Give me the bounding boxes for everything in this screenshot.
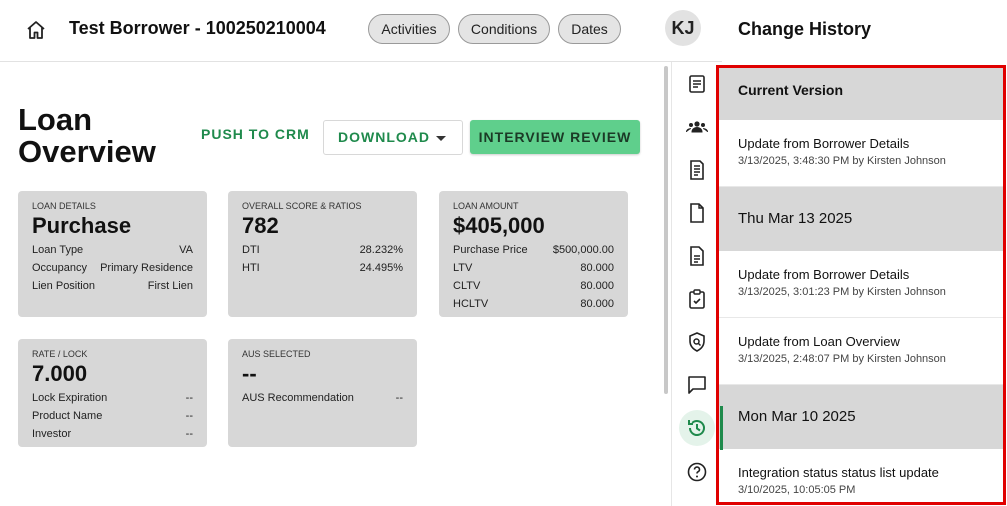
- card-caption: OVERALL SCORE & RATIOS: [242, 201, 362, 211]
- card-row: Lock Expiration --: [32, 392, 193, 404]
- main-scrollbar[interactable]: [664, 66, 668, 394]
- chat-icon[interactable]: [685, 373, 709, 397]
- card-row: Investor --: [32, 428, 193, 440]
- history-entry-title: Update from Borrower Details: [738, 136, 910, 151]
- card-caption: RATE / LOCK: [32, 349, 88, 359]
- top-header: Test Borrower - 100250210004 Activities …: [0, 0, 722, 62]
- history-entry-title: Update from Borrower Details: [738, 267, 910, 282]
- history-entry-title: Update from Loan Overview: [738, 334, 900, 349]
- card-row: LTV 80.000: [453, 262, 614, 274]
- card-caption: LOAN AMOUNT: [453, 201, 519, 211]
- card-row: Loan Type VA: [32, 244, 193, 256]
- history-entry-meta: 3/13/2025, 3:01:23 PM by Kirsten Johnson: [738, 286, 946, 298]
- card-row: AUS Recommendation --: [242, 392, 403, 404]
- history-entry-meta: 3/13/2025, 2:48:07 PM by Kirsten Johnson: [738, 353, 946, 365]
- history-entry-meta: 3/13/2025, 3:48:30 PM by Kirsten Johnson: [738, 155, 946, 167]
- download-label: DOWNLOAD: [338, 129, 430, 145]
- card-caption: AUS SELECTED: [242, 349, 311, 359]
- push-to-crm-button[interactable]: PUSH TO CRM: [201, 126, 310, 142]
- change-history-list: Current Version Update from Borrower Det…: [716, 65, 1006, 505]
- card-row: HCLTV 80.000: [453, 298, 614, 310]
- card-row: Purchase Price $500,000.00: [453, 244, 614, 256]
- card-value: 7.000: [32, 361, 88, 386]
- loan-amount-card: LOAN AMOUNT $405,000 Purchase Price $500,…: [439, 191, 628, 317]
- loan-overview-title: Loan Overview: [18, 102, 156, 169]
- tab-dates[interactable]: Dates: [558, 14, 621, 44]
- history-entry[interactable]: Update from Loan Overview 3/13/2025, 2:4…: [719, 318, 1003, 385]
- people-icon[interactable]: [685, 115, 709, 139]
- card-caption: LOAN DETAILS: [32, 201, 96, 211]
- page-title: Test Borrower - 100250210004: [69, 18, 326, 38]
- history-date-header: Thu Mar 13 2025: [719, 187, 1003, 251]
- active-indicator: [720, 406, 723, 450]
- card-row: HTI 24.495%: [242, 262, 403, 274]
- file-text-icon[interactable]: [685, 244, 709, 268]
- card-row: CLTV 80.000: [453, 280, 614, 292]
- card-value: Purchase: [32, 213, 132, 238]
- card-row: DTI 28.232%: [242, 244, 403, 256]
- chevron-down-icon: [436, 136, 446, 141]
- document-icon[interactable]: [685, 201, 709, 225]
- history-entry-title: Integration status status list update: [738, 465, 939, 480]
- card-value: 782: [242, 213, 279, 238]
- loan-details-card: LOAN DETAILS Purchase Loan Type VA Occupa…: [18, 191, 207, 317]
- card-row: Lien Position First Lien: [32, 280, 193, 292]
- summary-doc-icon[interactable]: [685, 72, 709, 96]
- card-row: Occupancy Primary Residence: [32, 262, 193, 274]
- history-date-header: Mon Mar 10 2025: [719, 385, 1003, 449]
- card-value: $405,000: [453, 213, 545, 238]
- history-entry-meta: 3/10/2025, 10:05:05 PM: [738, 484, 856, 496]
- tab-conditions[interactable]: Conditions: [458, 14, 550, 44]
- current-version-header[interactable]: Current Version: [719, 68, 1003, 120]
- user-avatar[interactable]: KJ: [665, 10, 701, 46]
- help-icon[interactable]: [685, 460, 709, 484]
- history-entry[interactable]: Update from Borrower Details 3/13/2025, …: [719, 251, 1003, 318]
- interview-review-button[interactable]: INTERVIEW REVIEW: [470, 120, 640, 154]
- tab-activities[interactable]: Activities: [368, 14, 450, 44]
- rate-lock-card: RATE / LOCK 7.000 Lock Expiration -- Prod…: [18, 339, 207, 447]
- download-button[interactable]: DOWNLOAD: [323, 120, 463, 155]
- score-card: OVERALL SCORE & RATIOS 782 DTI 28.232% HT…: [228, 191, 417, 317]
- change-history-title: Change History: [738, 19, 872, 39]
- shield-search-icon[interactable]: [685, 330, 709, 354]
- receipt-icon[interactable]: [685, 158, 709, 182]
- card-value: --: [242, 361, 257, 386]
- history-entry[interactable]: Update from Borrower Details 3/13/2025, …: [719, 120, 1003, 187]
- clipboard-check-icon[interactable]: [685, 287, 709, 311]
- home-icon[interactable]: [24, 18, 48, 42]
- history-entry[interactable]: Integration status status list update 3/…: [719, 449, 1003, 502]
- aus-card: AUS SELECTED -- AUS Recommendation --: [228, 339, 417, 447]
- history-icon[interactable]: [679, 410, 715, 446]
- card-row: Product Name --: [32, 410, 193, 422]
